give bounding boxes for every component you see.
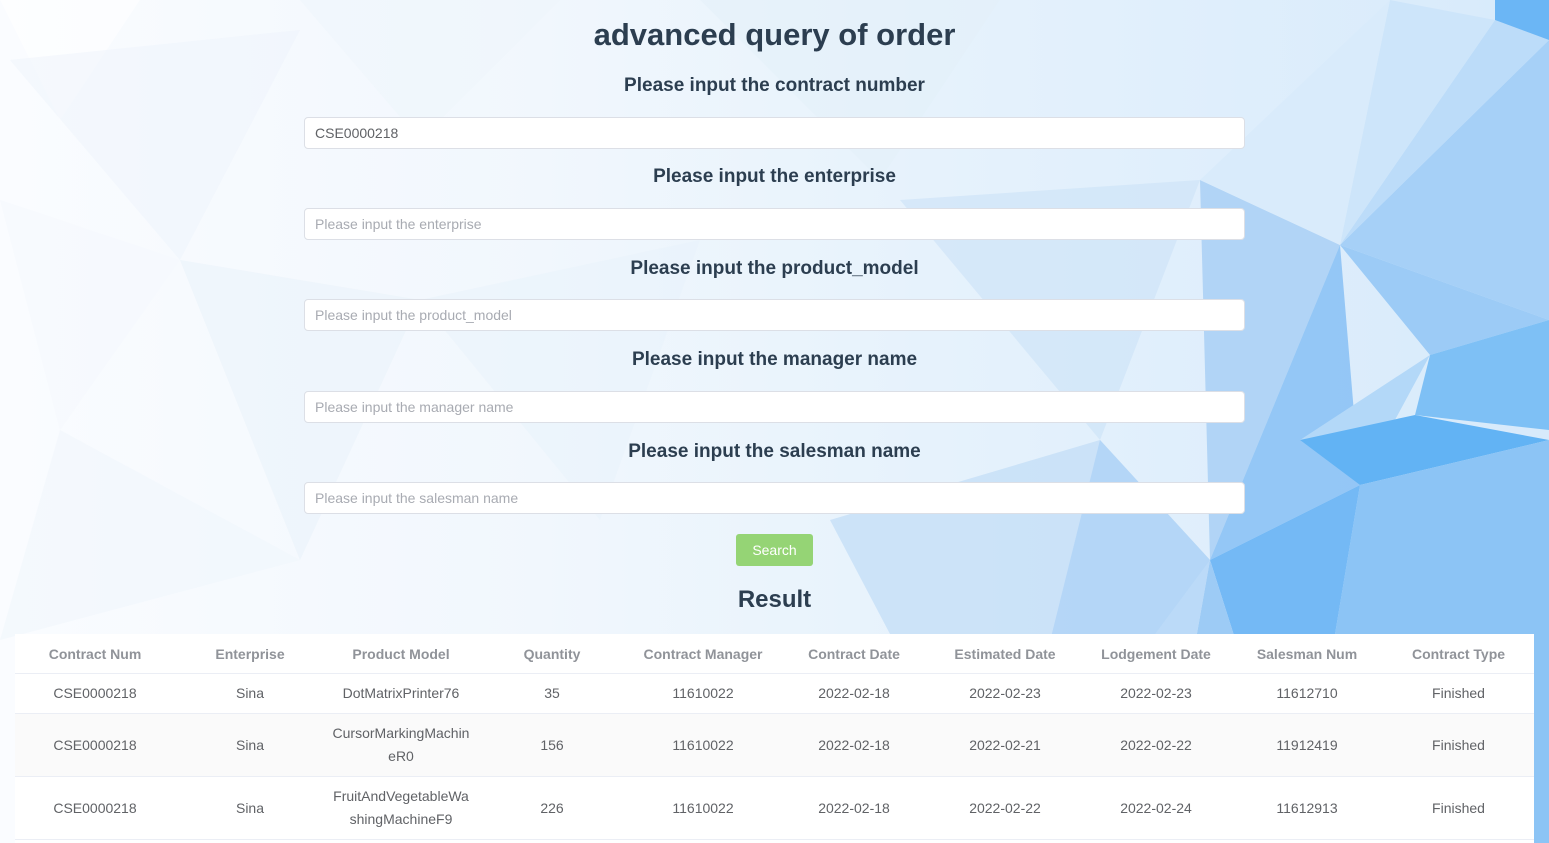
table-cell: Finished [1383, 776, 1534, 840]
table-cell: 35 [477, 673, 627, 714]
table-cell: Sina [175, 776, 325, 840]
table-cell: 2022-02-23 [929, 673, 1081, 714]
result-title: Result [737, 586, 812, 613]
table-cell: 2022-02-22 [929, 776, 1081, 840]
table-cell: 2022-02-23 [1081, 673, 1231, 714]
contract-number-input[interactable] [304, 117, 1245, 149]
table-cell: 156 [477, 713, 627, 777]
enterprise-label: Please input the enterprise [653, 166, 896, 187]
salesman-name-input[interactable] [304, 482, 1245, 514]
table-cell: 2022-02-21 [929, 713, 1081, 777]
column-header[interactable]: Contract Type [1383, 634, 1534, 674]
column-header[interactable]: Lodgement Date [1081, 634, 1231, 674]
column-header[interactable]: Product Model [325, 634, 477, 674]
column-header[interactable]: Contract Manager [627, 634, 779, 674]
column-header[interactable]: Estimated Date [929, 634, 1081, 674]
table-cell: CSE0000218 [15, 673, 175, 714]
table-cell: FruitAndVegetableWashingMachineF9 [325, 776, 477, 840]
table-cell: 11912419 [1231, 713, 1383, 777]
table-cell: CSE0000218 [15, 776, 175, 840]
table-cell: DotMatrixPrinter76 [325, 673, 477, 714]
table-row[interactable]: CSE0000218 Sina FruitAndVegetableWashing… [15, 776, 1534, 840]
table-cell: Finished [1383, 713, 1534, 777]
column-header[interactable]: Contract Num [15, 634, 175, 674]
table-cell: CursorMarkingMachineR0 [325, 713, 477, 777]
table-cell: Finished [1383, 673, 1534, 714]
page-content: advanced query of order Please input the… [0, 0, 1549, 843]
table-cell: 2022-02-24 [1081, 776, 1231, 840]
table-row[interactable]: CSE0000218 Sina DotMatrixPrinter76 35 11… [15, 673, 1534, 714]
table-cell: Sina [175, 673, 325, 714]
table-cell: 11612710 [1231, 673, 1383, 714]
table-header-row: Contract Num Enterprise Product Model Qu… [15, 634, 1534, 674]
table-cell: 11612913 [1231, 776, 1383, 840]
table-cell: CSE0000218 [15, 713, 175, 777]
product-model-input[interactable] [304, 299, 1245, 331]
table-cell: 11610022 [627, 713, 779, 777]
column-header[interactable]: Salesman Num [1231, 634, 1383, 674]
table-cell: 2022-02-18 [779, 673, 929, 714]
column-header[interactable]: Quantity [477, 634, 627, 674]
product-model-label: Please input the product_model [630, 258, 919, 279]
enterprise-input[interactable] [304, 208, 1245, 240]
table-row[interactable]: CSE0000218 Sina CursorMarkingMachineR0 1… [15, 713, 1534, 777]
table-cell: 11610022 [627, 673, 779, 714]
manager-name-label: Please input the manager name [631, 349, 918, 370]
manager-name-input[interactable] [304, 391, 1245, 423]
table-cell: 2022-02-22 [1081, 713, 1231, 777]
table-cell: 11610022 [627, 776, 779, 840]
page-title: advanced query of order [593, 17, 956, 52]
column-header[interactable]: Contract Date [779, 634, 929, 674]
result-table: Contract Num Enterprise Product Model Qu… [15, 634, 1534, 843]
search-button[interactable]: Search [736, 534, 813, 566]
table-cell: Sina [175, 713, 325, 777]
table-cell: 2022-02-18 [779, 776, 929, 840]
table-cell: 2022-02-18 [779, 713, 929, 777]
salesman-name-label: Please input the salesman name [628, 441, 921, 462]
contract-number-label: Please input the contract number [624, 75, 925, 96]
column-header[interactable]: Enterprise [175, 634, 325, 674]
table-cell: 226 [477, 776, 627, 840]
